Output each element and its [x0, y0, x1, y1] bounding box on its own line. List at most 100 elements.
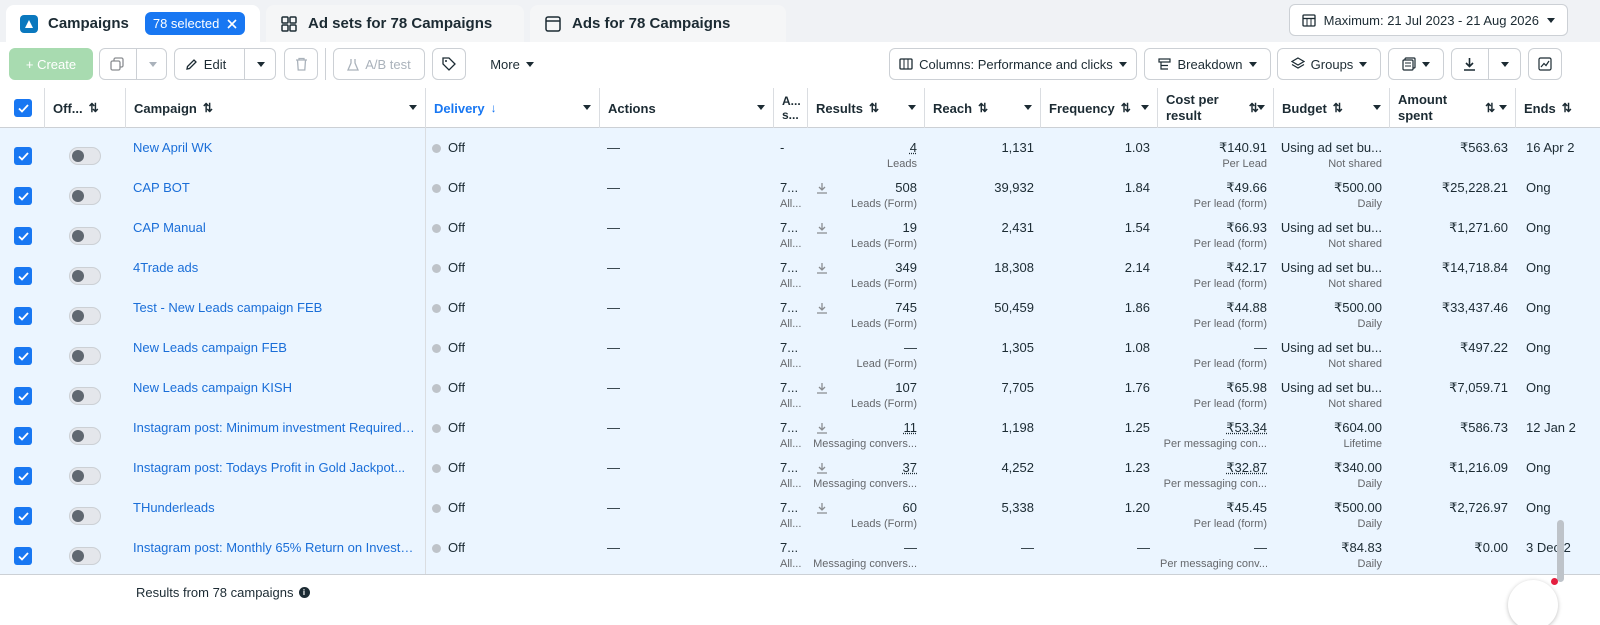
export-button[interactable] — [1451, 48, 1521, 80]
sort-icon[interactable]: ⇅ — [1121, 101, 1131, 115]
row-checkbox[interactable] — [14, 187, 32, 205]
charts-button[interactable] — [1528, 48, 1562, 80]
sort-icon[interactable]: ⇅ — [869, 101, 879, 115]
chevron-down-icon[interactable] — [409, 105, 417, 110]
scrollbar[interactable] — [1557, 520, 1564, 582]
close-icon[interactable] — [227, 18, 237, 29]
row-checkbox[interactable] — [14, 347, 32, 365]
table-row[interactable]: New April WK Off — - 4 Leads 1,131 1.03 … — [0, 128, 1600, 170]
table-row[interactable]: CAP Manual Off — 7... All... 19 Leads (F… — [0, 208, 1600, 250]
chevron-down-icon[interactable] — [1141, 105, 1149, 110]
campaign-name-link[interactable]: Instagram post: Todays Profit in Gold Ja… — [133, 460, 418, 475]
campaign-name-link[interactable]: New Leads campaign FEB — [133, 340, 418, 355]
chevron-down-icon[interactable] — [757, 105, 765, 110]
header-actions[interactable]: Actions — [600, 88, 774, 128]
on-off-toggle[interactable] — [69, 387, 101, 405]
on-off-toggle[interactable] — [69, 187, 101, 205]
sort-icon[interactable]: ⇅ — [1562, 101, 1572, 115]
chevron-down-icon[interactable] — [583, 105, 591, 110]
date-range-picker[interactable]: Maximum: 21 Jul 2023 - 21 Aug 2026 — [1288, 4, 1568, 36]
campaign-name-link[interactable]: Test - New Leads campaign FEB — [133, 300, 418, 315]
sort-icon[interactable]: ⇅ — [1333, 101, 1343, 115]
ab-test-button[interactable]: A/B test — [333, 48, 425, 80]
on-off-toggle[interactable] — [69, 547, 101, 565]
row-checkbox[interactable] — [14, 427, 32, 445]
row-checkbox[interactable] — [14, 547, 32, 565]
on-off-toggle[interactable] — [69, 227, 101, 245]
campaign-name-link[interactable]: 4Trade ads — [133, 260, 418, 275]
help-assistant-button[interactable] — [1508, 578, 1558, 625]
groups-button[interactable]: Groups — [1277, 48, 1381, 80]
campaign-name-link[interactable]: Instagram post: Monthly 65% Return on In… — [133, 540, 418, 555]
table-row[interactable]: Test - New Leads campaign FEB Off — 7...… — [0, 288, 1600, 330]
sort-icon[interactable]: ⇅ — [203, 101, 213, 115]
chevron-down-icon[interactable] — [908, 105, 916, 110]
tab-ads[interactable]: Ads for 78 Campaigns — [530, 5, 786, 42]
info-icon[interactable]: i — [298, 587, 310, 598]
row-checkbox[interactable] — [14, 147, 32, 165]
chevron-down-icon[interactable] — [1373, 105, 1381, 110]
header-campaign[interactable]: Campaign ⇅ — [126, 88, 426, 128]
on-off-toggle[interactable] — [69, 347, 101, 365]
row-checkbox[interactable] — [14, 387, 32, 405]
header-delivery[interactable]: Delivery ↓ — [426, 88, 600, 128]
on-off-toggle[interactable] — [69, 307, 101, 325]
header-amount-spent[interactable]: Amount spent ⇅ — [1390, 88, 1516, 128]
campaign-name-link[interactable]: CAP BOT — [133, 180, 418, 195]
more-button[interactable]: More — [476, 48, 548, 80]
campaign-name-link[interactable]: CAP Manual — [133, 220, 418, 235]
row-checkbox[interactable] — [14, 467, 32, 485]
campaign-name-link[interactable]: New Leads campaign KISH — [133, 380, 418, 395]
on-off-toggle[interactable] — [69, 147, 101, 165]
on-off-toggle[interactable] — [69, 467, 101, 485]
header-cost-per-result[interactable]: Cost per result ⇅ — [1158, 88, 1274, 128]
chevron-down-icon[interactable] — [148, 61, 157, 67]
table-row[interactable]: CAP BOT Off — 7... All... 508 Leads (For… — [0, 168, 1600, 210]
selected-count-badge[interactable]: 78 selected — [144, 12, 246, 35]
on-off-toggle[interactable] — [69, 427, 101, 445]
reports-button[interactable] — [1388, 48, 1444, 80]
table-row[interactable]: THunderleads Off — 7... All... 60 Leads … — [0, 488, 1600, 530]
duplicate-button[interactable] — [99, 48, 167, 80]
row-checkbox[interactable] — [14, 227, 32, 245]
create-button[interactable]: + Create — [9, 48, 93, 80]
campaign-name-link[interactable]: Instagram post: Minimum investment Requi… — [133, 420, 418, 435]
chevron-down-icon[interactable] — [1024, 105, 1032, 110]
chevron-down-icon[interactable] — [1257, 105, 1265, 110]
sort-icon[interactable]: ⇅ — [978, 101, 988, 115]
table-row[interactable]: New Leads campaign FEB Off — 7... All...… — [0, 328, 1600, 370]
columns-button[interactable]: Columns: Performance and clicks — [889, 48, 1137, 80]
table-row[interactable]: Instagram post: Minimum investment Requi… — [0, 408, 1600, 450]
tab-ad-sets[interactable]: Ad sets for 78 Campaigns — [266, 5, 524, 42]
chevron-down-icon[interactable] — [1499, 105, 1507, 110]
row-checkbox[interactable] — [14, 307, 32, 325]
sort-icon[interactable]: ⇅ — [89, 101, 99, 115]
header-off-on[interactable]: Off... ⇅ — [45, 88, 126, 128]
table-row[interactable]: New Leads campaign KISH Off — 7... All..… — [0, 368, 1600, 410]
select-all-checkbox[interactable] — [14, 99, 32, 117]
header-ends[interactable]: Ends ⇅ — [1516, 88, 1600, 128]
row-checkbox[interactable] — [14, 507, 32, 525]
campaign-name-link[interactable]: New April WK — [133, 140, 418, 155]
tag-button[interactable] — [432, 48, 466, 80]
chevron-down-icon[interactable] — [257, 61, 266, 67]
tab-campaigns[interactable]: Campaigns 78 selected — [6, 5, 260, 42]
table-row[interactable]: Instagram post: Todays Profit in Gold Ja… — [0, 448, 1600, 490]
header-frequency[interactable]: Frequency ⇅ — [1041, 88, 1158, 128]
delete-button[interactable] — [284, 48, 318, 80]
edit-button[interactable]: Edit — [174, 48, 276, 80]
on-off-toggle[interactable] — [69, 507, 101, 525]
sort-icon[interactable]: ⇅ — [1485, 100, 1495, 116]
header-results[interactable]: Results ⇅ — [808, 88, 925, 128]
campaign-name-link[interactable]: THunderleads — [133, 500, 418, 515]
header-attribution[interactable]: A... s... — [774, 88, 808, 128]
header-budget[interactable]: Budget ⇅ — [1274, 88, 1390, 128]
on-off-toggle[interactable] — [69, 267, 101, 285]
breakdown-button[interactable]: Breakdown — [1144, 48, 1271, 80]
table-row[interactable]: Instagram post: Monthly 65% Return on In… — [0, 528, 1600, 570]
header-reach[interactable]: Reach ⇅ — [925, 88, 1041, 128]
table-row[interactable]: 4Trade ads Off — 7... All... 349 Leads (… — [0, 248, 1600, 290]
arrow-down-icon[interactable]: ↓ — [491, 101, 497, 115]
chevron-down-icon[interactable] — [1501, 61, 1509, 67]
row-checkbox[interactable] — [14, 267, 32, 285]
